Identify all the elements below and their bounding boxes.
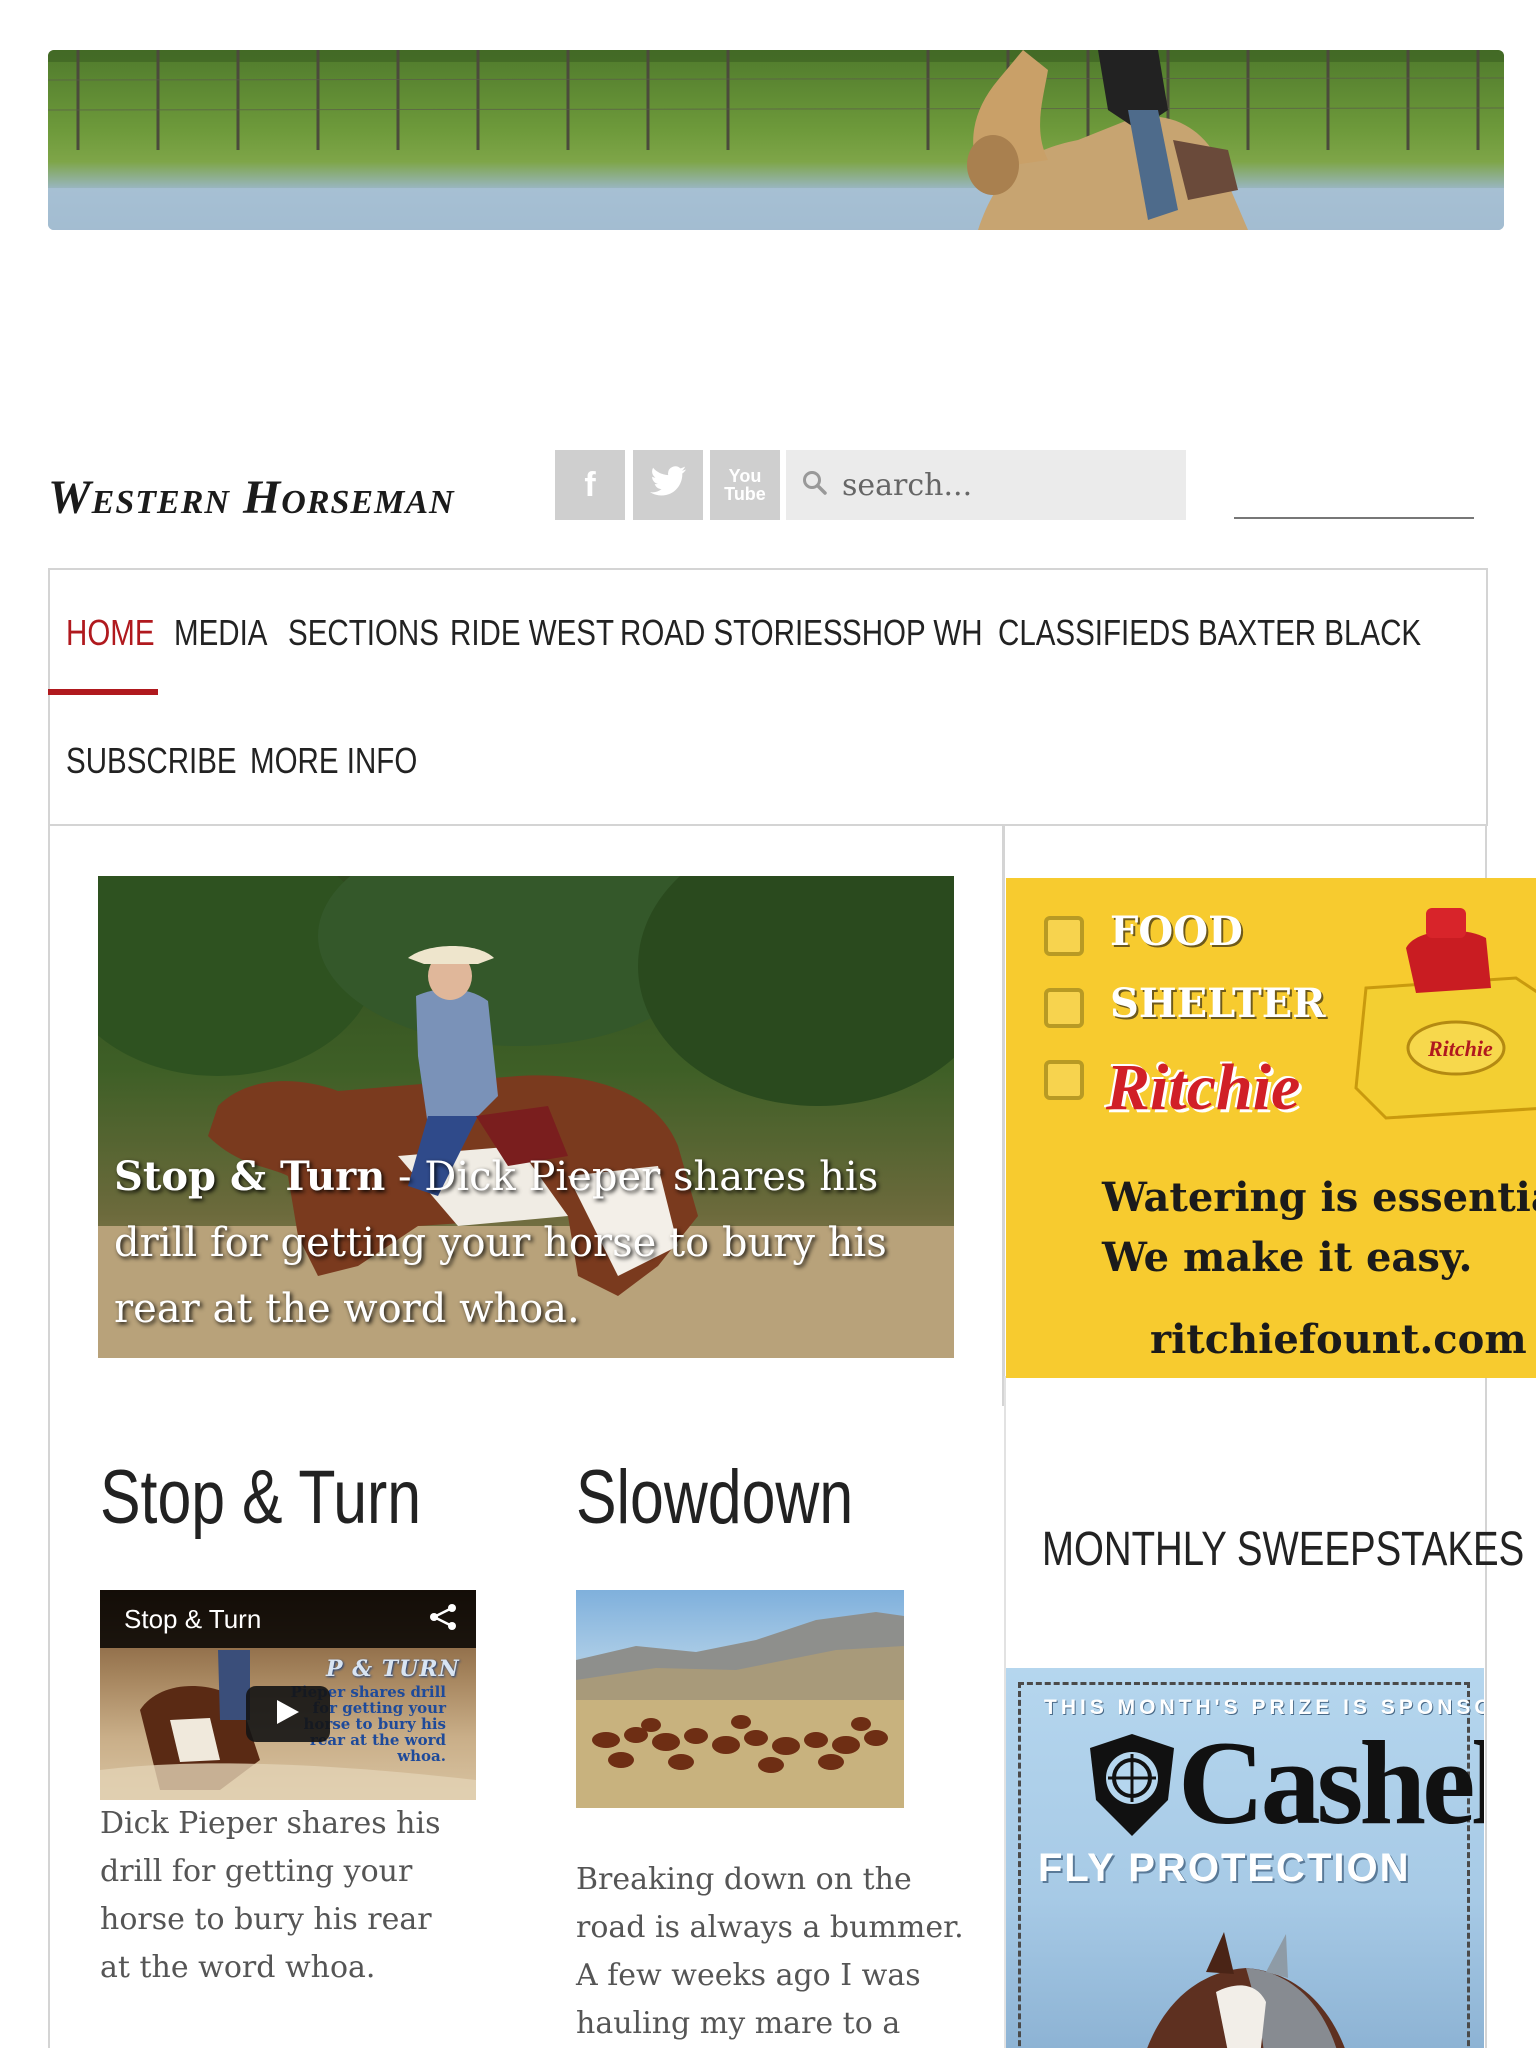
horse-fly-mask-image [1147,1932,1345,2048]
ad-tagline-line2: We make it easy. [1102,1234,1473,1281]
youtube-icon-bottom: Tube [724,484,766,504]
ad-item-shelter: SHELTER [1110,980,1326,1027]
nav-media[interactable]: MEDIA [174,612,267,654]
video-header: Stop & Turn [100,1590,476,1648]
play-icon [277,1698,299,1731]
nav-sections[interactable]: SECTIONS [288,612,439,654]
nav-baxter-black[interactable]: BAXTER BLACK [1198,612,1421,654]
nav-subscribe[interactable]: SUBSCRIBE [66,740,237,782]
video-player[interactable]: Stop & Turn P & TURN Pieper shares drill… [100,1590,476,1800]
nav-road-stories[interactable]: ROAD STORIES [620,612,843,654]
waterer-product-image: Ritchie [1354,908,1536,1120]
ad-product-line: FLY PROTECTION [1038,1846,1411,1890]
nav-shop-wh[interactable]: SHOP WH [842,612,983,654]
video-title[interactable]: Stop & Turn [124,1604,261,1634]
nav-active-indicator [48,689,158,695]
ad-ritchie[interactable]: FOOD SHELTER Ritchie Ritchie Watering is… [1006,878,1536,1378]
nav-home[interactable]: HOME [66,612,155,654]
share-icon[interactable] [428,1602,458,1640]
cashel-logo-icon [1090,1734,1174,1836]
nav-ride-west[interactable]: RIDE WEST [450,612,614,654]
nav-more-info[interactable]: MORE INFO [250,740,417,782]
video-overlay-title: P & TURN [326,1656,460,1682]
nav-classifieds[interactable]: CLASSIFIEDS [998,612,1190,654]
play-button[interactable] [246,1686,330,1742]
search-icon [802,470,828,500]
ad-brand-cashel: Cashel [1178,1716,1484,1849]
site-logo[interactable]: Western Horseman [48,470,508,530]
content-border-left [48,826,50,2048]
youtube-icon-top: You [728,466,762,486]
article-excerpt-stop-turn: Dick Pieper shares his drill for getting… [100,1806,441,1985]
youtube-icon: You Tube [724,467,766,503]
feature-slide[interactable]: Stop & Turn - Dick Pieper shares his dri… [98,876,954,1358]
youtube-button[interactable]: You Tube [710,450,780,520]
svg-text:Ritchie: Ritchie [1427,1036,1493,1061]
feature-caption-title: Stop & Turn [114,1153,386,1200]
search-input[interactable] [842,467,1172,503]
search-box[interactable] [786,450,1186,520]
checkbox-icon [1044,1060,1084,1100]
article-excerpt-slowdown: Breaking down on the road is always a bu… [576,1862,964,2041]
checkbox-icon [1044,916,1084,956]
ad-tagline-line1: Watering is essential. [1102,1174,1536,1221]
header-divider [1234,517,1474,519]
content-divider [1002,826,1005,1406]
main-nav [48,568,1488,826]
sweepstakes-heading: MONTHLY SWEEPSTAKES [1042,1523,1525,1576]
checkbox-icon [1044,988,1084,1028]
article-image-slowdown[interactable] [576,1590,904,1808]
facebook-icon: f [584,465,596,504]
ad-url[interactable]: ritchiefount.com [1150,1316,1527,1363]
article-title-slowdown[interactable]: Slowdown [576,1454,853,1541]
twitter-button[interactable] [633,450,703,520]
facebook-button[interactable]: f [555,450,625,520]
ad-item-food: FOOD [1110,908,1243,955]
ad-cashel[interactable]: THIS MONTH'S PRIZE IS SPONSORED BY: Cash… [1006,1668,1484,2048]
ad-brand-ritchie: Ritchie [1106,1051,1301,1124]
twitter-icon [650,465,686,505]
article-title-stop-turn[interactable]: Stop & Turn [100,1454,421,1541]
top-banner-image[interactable] [48,50,1504,230]
feature-caption[interactable]: Stop & Turn - Dick Pieper shares his dri… [114,1144,934,1342]
ad-tagline: Watering is essential. We make it easy. [1102,1168,1536,1288]
